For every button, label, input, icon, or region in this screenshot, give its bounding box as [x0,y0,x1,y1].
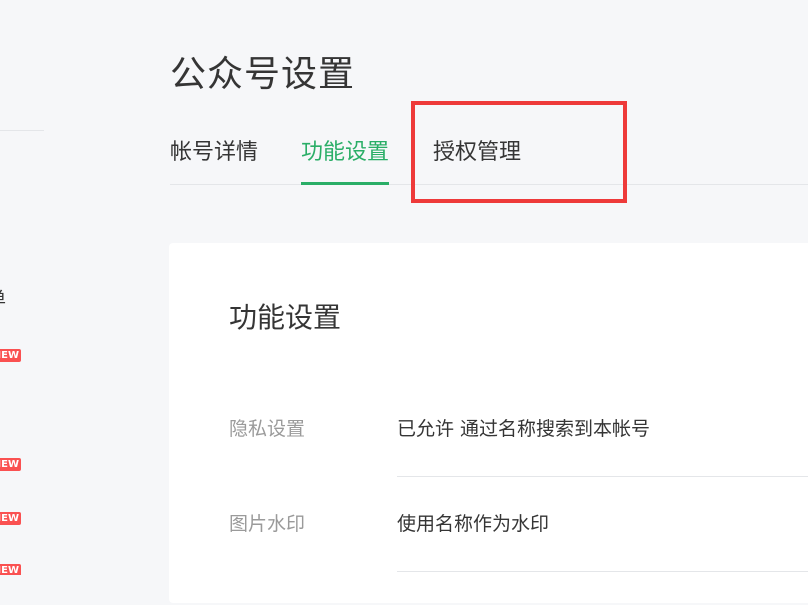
new-badge: NEW [0,512,21,525]
feature-settings-card: 功能设置 隐私设置 已允许 通过名称搜索到本帐号 图片水印 使用名称作为水印 [169,243,808,603]
tab-bar: 帐号详情 功能设置 授权管理 [170,132,808,185]
new-badge-label: NEW [0,564,21,575]
new-badge-label: NEW [0,349,21,362]
tab-feature-settings[interactable]: 功能设置 [301,132,390,185]
new-badge: NEW [0,349,21,362]
new-badge-label: NEW [0,458,21,471]
row-divider [397,571,808,572]
card-title: 功能设置 [229,301,342,334]
setting-row-privacy: 隐私设置 已允许 通过名称搜索到本帐号 [229,415,808,510]
new-badge: NEW [0,564,21,575]
tab-account-details[interactable]: 帐号详情 [170,132,258,184]
sidebar: 单 NEW NEW NEW NEW [0,0,44,575]
setting-label: 隐私设置 [229,418,306,440]
tab-authorization-management[interactable]: 授权管理 [433,132,521,184]
setting-value: 使用名称作为水印 [397,513,550,535]
setting-value: 已允许 通过名称搜索到本帐号 [397,418,651,440]
setting-row-watermark: 图片水印 使用名称作为水印 [229,510,808,605]
page-title: 公众号设置 [170,54,356,95]
new-badge: NEW [0,458,21,471]
new-badge-label: NEW [0,512,21,525]
row-divider [397,476,808,477]
sidebar-divider [0,130,44,131]
setting-label: 图片水印 [229,513,306,535]
sidebar-item-partial-label[interactable]: 单 [0,285,6,311]
